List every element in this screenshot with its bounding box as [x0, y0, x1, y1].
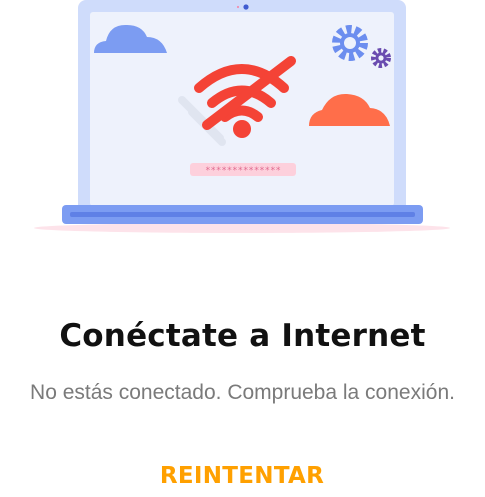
- page-title: Conéctate a Internet: [59, 318, 426, 354]
- page-subtitle: No estás conectado. Comprueba la conexió…: [30, 381, 455, 404]
- retry-button[interactable]: REINTENTAR: [142, 456, 342, 496]
- offline-illustration: **************: [34, 0, 450, 233]
- floor-shadow: [34, 223, 450, 233]
- password-mask: **************: [205, 166, 281, 176]
